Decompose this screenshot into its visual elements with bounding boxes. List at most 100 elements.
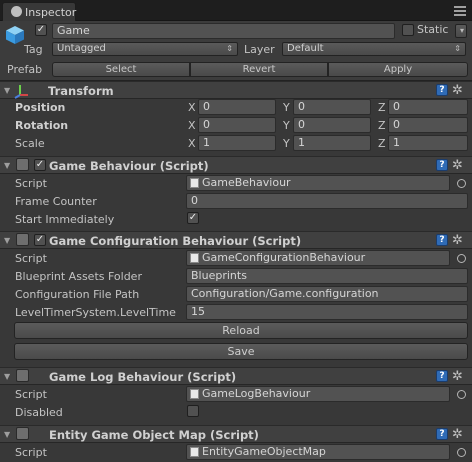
axis-y-label: Y <box>283 101 290 114</box>
game-behaviour-title: Game Behaviour (Script) <box>49 159 209 173</box>
fold-icon[interactable]: ▼ <box>4 236 10 245</box>
gameobject-cube-icon <box>6 26 24 44</box>
rotation-z-field[interactable]: 0 <box>388 117 468 133</box>
prefab-revert-button[interactable]: Revert <box>190 62 328 77</box>
fold-icon[interactable]: ▼ <box>4 430 10 439</box>
scale-label: Scale <box>15 137 45 150</box>
component-enabled-checkbox[interactable]: ✓ <box>34 234 46 246</box>
help-icon[interactable]: ? <box>436 370 448 382</box>
help-icon[interactable]: ? <box>436 84 448 96</box>
gear-icon[interactable]: ✲ <box>452 84 463 97</box>
axis-z-label: Z <box>378 119 386 132</box>
layer-dropdown[interactable]: Default ⇕ <box>282 42 466 56</box>
tab-inspector[interactable]: Inspector <box>2 2 76 21</box>
prefab-apply-button[interactable]: Apply <box>328 62 468 77</box>
position-label: Position <box>15 101 66 114</box>
updown-icon: ⇕ <box>226 44 233 53</box>
scale-x-field[interactable]: 1 <box>198 135 276 151</box>
frame-counter-label: Frame Counter <box>15 195 97 208</box>
object-picker-icon[interactable] <box>457 179 466 188</box>
menu-icon[interactable] <box>454 6 466 16</box>
script-file-icon <box>190 178 199 188</box>
blueprint-folder-label: Blueprint Assets Folder <box>15 270 142 283</box>
static-checkbox[interactable] <box>402 24 414 36</box>
reload-button[interactable]: Reload <box>14 322 468 339</box>
prefab-select-button[interactable]: Select <box>52 62 190 77</box>
script-field[interactable]: EntityGameObjectMap <box>186 444 450 460</box>
scale-y-field[interactable]: 1 <box>293 135 371 151</box>
gear-icon[interactable]: ✲ <box>452 234 463 247</box>
help-icon[interactable]: ? <box>436 159 448 171</box>
object-picker-icon[interactable] <box>457 448 466 457</box>
level-timer-field[interactable]: 15 <box>186 304 468 320</box>
config-path-field[interactable]: Configuration/Game.configuration <box>186 286 468 302</box>
tab-label: Inspector <box>25 6 77 19</box>
component-enabled-checkbox[interactable]: ✓ <box>34 159 46 171</box>
disabled-label: Disabled <box>15 406 63 419</box>
entity-map-title: Entity Game Object Map (Script) <box>49 428 259 442</box>
script-field[interactable]: GameBehaviour <box>186 175 450 191</box>
gear-icon[interactable]: ✲ <box>452 428 463 441</box>
active-checkbox[interactable]: ✓ <box>35 24 47 36</box>
tag-label: Tag <box>24 43 43 56</box>
script-label: Script <box>15 446 47 459</box>
script-file-icon <box>190 253 199 263</box>
fold-icon[interactable]: ▼ <box>4 372 10 381</box>
tag-value: Untagged <box>57 43 106 54</box>
position-z-field[interactable]: 0 <box>388 99 468 115</box>
rotation-x-field[interactable]: 0 <box>198 117 276 133</box>
script-value: GameLogBehaviour <box>202 387 311 400</box>
save-button[interactable]: Save <box>14 343 468 360</box>
script-icon <box>16 233 29 246</box>
checkmark: ✓ <box>36 24 46 35</box>
position-x-field[interactable]: 0 <box>198 99 276 115</box>
updown-icon: ⇕ <box>454 44 461 53</box>
script-field[interactable]: GameConfigurationBehaviour <box>186 250 450 266</box>
rotation-label: Rotation <box>15 119 69 132</box>
script-icon <box>16 427 29 440</box>
transform-icon <box>14 85 28 99</box>
help-icon[interactable]: ? <box>436 234 448 246</box>
game-log-title: Game Log Behaviour (Script) <box>49 370 237 384</box>
frame-counter-field[interactable]: 0 <box>186 193 468 209</box>
gear-icon[interactable]: ✲ <box>452 159 463 172</box>
level-timer-label: LevelTimerSystem.LevelTime <box>15 306 176 319</box>
fold-icon[interactable]: ▼ <box>4 86 10 95</box>
object-picker-icon[interactable] <box>457 390 466 399</box>
object-picker-icon[interactable] <box>457 254 466 263</box>
game-config-title: Game Configuration Behaviour (Script) <box>49 234 302 248</box>
layer-value: Default <box>287 43 324 54</box>
start-immediately-label: Start Immediately <box>15 213 115 226</box>
axis-y-label: Y <box>283 119 290 132</box>
axis-x-label: X <box>188 101 196 114</box>
static-label: Static <box>417 23 449 36</box>
scale-z-field[interactable]: 1 <box>388 135 468 151</box>
config-path-label: Configuration File Path <box>15 288 140 301</box>
axis-y-label: Y <box>283 137 290 150</box>
help-icon[interactable]: ? <box>436 428 448 440</box>
transform-title: Transform <box>48 84 114 98</box>
script-file-icon <box>190 389 199 399</box>
tab-bar: Inspector <box>0 0 472 21</box>
static-dropdown[interactable]: ▾ <box>455 24 467 38</box>
disabled-checkbox[interactable] <box>187 405 199 417</box>
script-value: GameBehaviour <box>202 176 291 189</box>
start-immediately-checkbox[interactable]: ✓ <box>187 212 199 224</box>
tag-dropdown[interactable]: Untagged ⇕ <box>52 42 238 56</box>
script-field[interactable]: GameLogBehaviour <box>186 386 450 402</box>
layer-label: Layer <box>244 43 275 56</box>
axis-x-label: X <box>188 119 196 132</box>
info-icon <box>11 6 22 17</box>
axis-x-label: X <box>188 137 196 150</box>
position-y-field[interactable]: 0 <box>293 99 371 115</box>
gear-icon[interactable]: ✲ <box>452 370 463 383</box>
blueprint-folder-field[interactable]: Blueprints <box>186 268 468 284</box>
checkmark: ✓ <box>188 212 198 223</box>
script-value: EntityGameObjectMap <box>202 445 326 458</box>
rotation-y-field[interactable]: 0 <box>293 117 371 133</box>
axis-z-label: Z <box>378 137 386 150</box>
script-icon <box>16 158 29 171</box>
prefab-label: Prefab <box>7 63 43 76</box>
fold-icon[interactable]: ▼ <box>4 161 10 170</box>
name-field[interactable]: Game <box>52 23 395 39</box>
